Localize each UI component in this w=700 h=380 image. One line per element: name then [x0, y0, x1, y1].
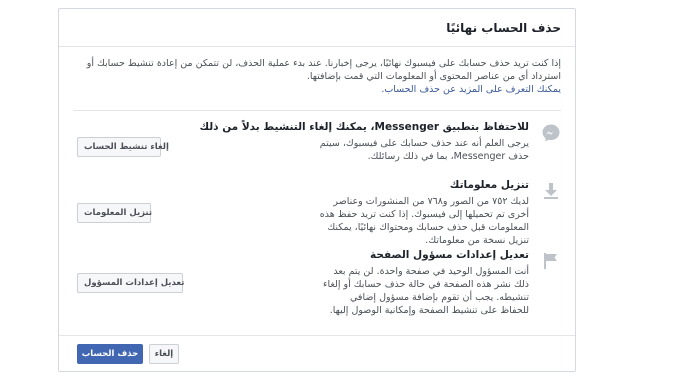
section-messenger: للاحتفاظ بتطبيق Messenger، يمكنك إلغاء ا… [59, 121, 575, 181]
section-page-admin: تعديل إعدادات مسؤول الصفحة أنت المسؤول ا… [59, 249, 575, 329]
download-icon [541, 181, 561, 201]
section-title: تنزيل معلوماتك [449, 179, 529, 191]
learn-more-link[interactable]: يمكنك التعرف على المزيد عن حذف الحساب. [381, 84, 561, 95]
section-title: تعديل إعدادات مسؤول الصفحة [370, 249, 529, 261]
intro-text: إذا كنت تريد حذف حسابك على فيسبوك نهائيً… [73, 57, 561, 96]
edit-admin-settings-button[interactable]: تعديل إعدادات المسؤول [77, 273, 184, 293]
delete-account-button[interactable]: حذف الحساب [77, 344, 143, 364]
intro-body: إذا كنت تريد حذف حسابك على فيسبوك نهائيً… [86, 58, 561, 82]
dialog-header: حذف الحساب نهائيًا [59, 9, 575, 47]
messenger-icon [541, 123, 561, 143]
section-title: للاحتفاظ بتطبيق Messenger، يمكنك إلغاء ا… [199, 121, 529, 133]
cancel-button[interactable]: إلغاء [149, 344, 179, 364]
section-body: لديك ٧٥٢ من الصور و٧٦٨ من المنشورات وعنا… [319, 196, 529, 246]
dialog-footer: حذف الحساب إلغاء [59, 335, 575, 371]
divider [73, 110, 561, 111]
dialog-title: حذف الحساب نهائيًا [446, 21, 561, 35]
section-body: يرجى العلم أنه عند حذف حسابك على فيسبوك،… [319, 138, 529, 162]
flag-icon [541, 251, 561, 271]
delete-account-dialog: حذف الحساب نهائيًا إذا كنت تريد حذف حساب… [58, 8, 576, 372]
section-download: تنزيل معلوماتك لديك ٧٥٢ من الصور و٧٦٨ من… [59, 179, 575, 249]
section-body: أنت المسؤول الوحيد في صفحة واحدة. لن يتم… [323, 266, 529, 316]
deactivate-account-button[interactable]: إلغاء تنشيط الحساب [77, 137, 169, 157]
download-info-button[interactable]: تنزيل المعلومات [77, 203, 152, 223]
